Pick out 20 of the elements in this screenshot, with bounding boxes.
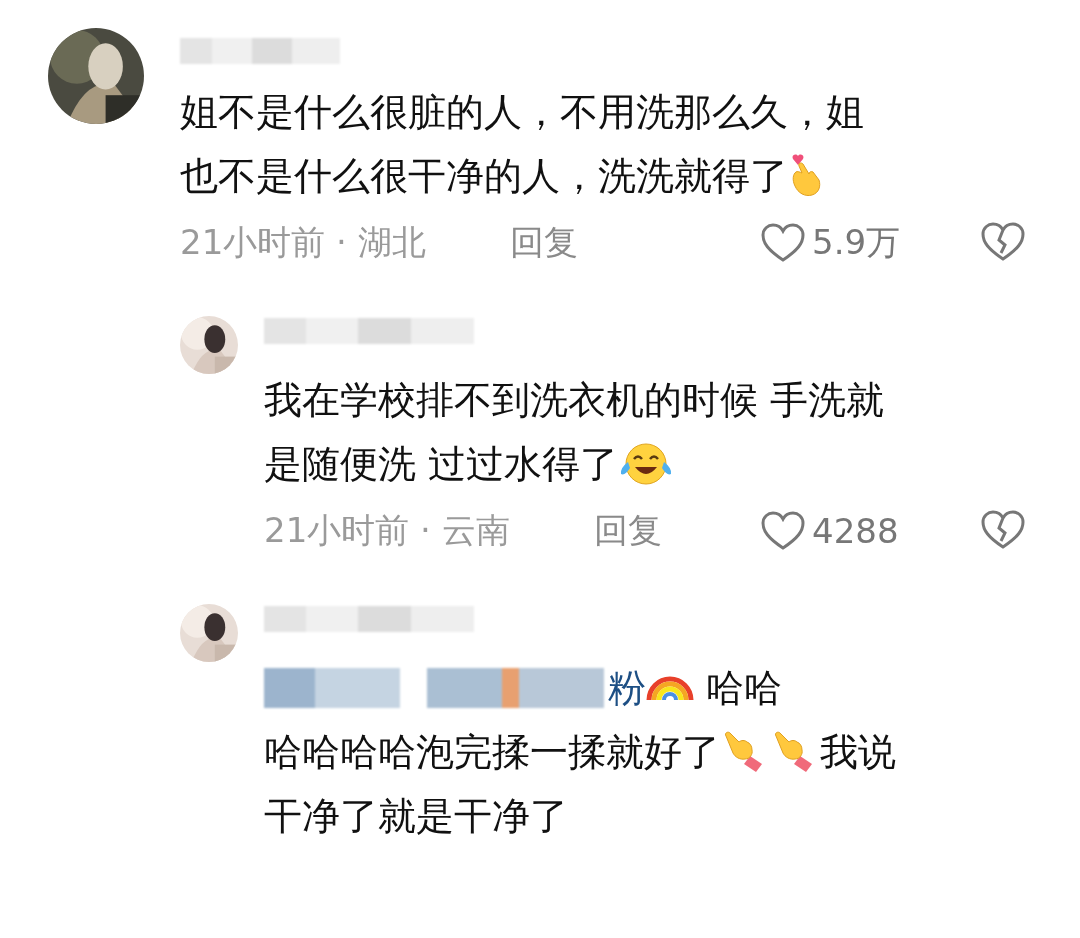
comment-text: 姐不是什么很脏的人，不用洗那么久，姐 bbox=[180, 88, 864, 136]
comment-text: 干净了就是干净了 bbox=[264, 792, 568, 840]
comment-text: 哈哈 bbox=[705, 664, 783, 712]
comment-text: 是随便洗 过过水得了 bbox=[264, 440, 619, 488]
broken-heart-icon bbox=[980, 509, 1026, 550]
reply-link[interactable]: 回复 bbox=[594, 508, 662, 554]
heart-icon bbox=[760, 511, 806, 551]
comment-text: 哈哈哈哈泡完揉一揉就好了 bbox=[264, 728, 720, 776]
broken-heart-icon bbox=[980, 221, 1026, 262]
like-button[interactable]: 5.9万 bbox=[760, 220, 980, 266]
timestamp-location: 21小时前 · 湖北 bbox=[180, 221, 427, 264]
mention-link[interactable]: 粉 bbox=[608, 662, 646, 714]
timestamp-location: 21小时前 · 云南 bbox=[264, 509, 511, 552]
like-button[interactable]: 4288 bbox=[760, 511, 980, 551]
comment-text: 我说 bbox=[820, 728, 896, 776]
comment-text: 也不是什么很干净的人，洗洗就得了 bbox=[180, 152, 788, 200]
reply-link[interactable]: 回复 bbox=[510, 220, 578, 266]
heart-icon bbox=[760, 223, 806, 263]
rainbow-icon bbox=[646, 675, 694, 701]
comment-text: 我在学校排不到洗衣机的时候 手洗就 bbox=[264, 376, 885, 424]
